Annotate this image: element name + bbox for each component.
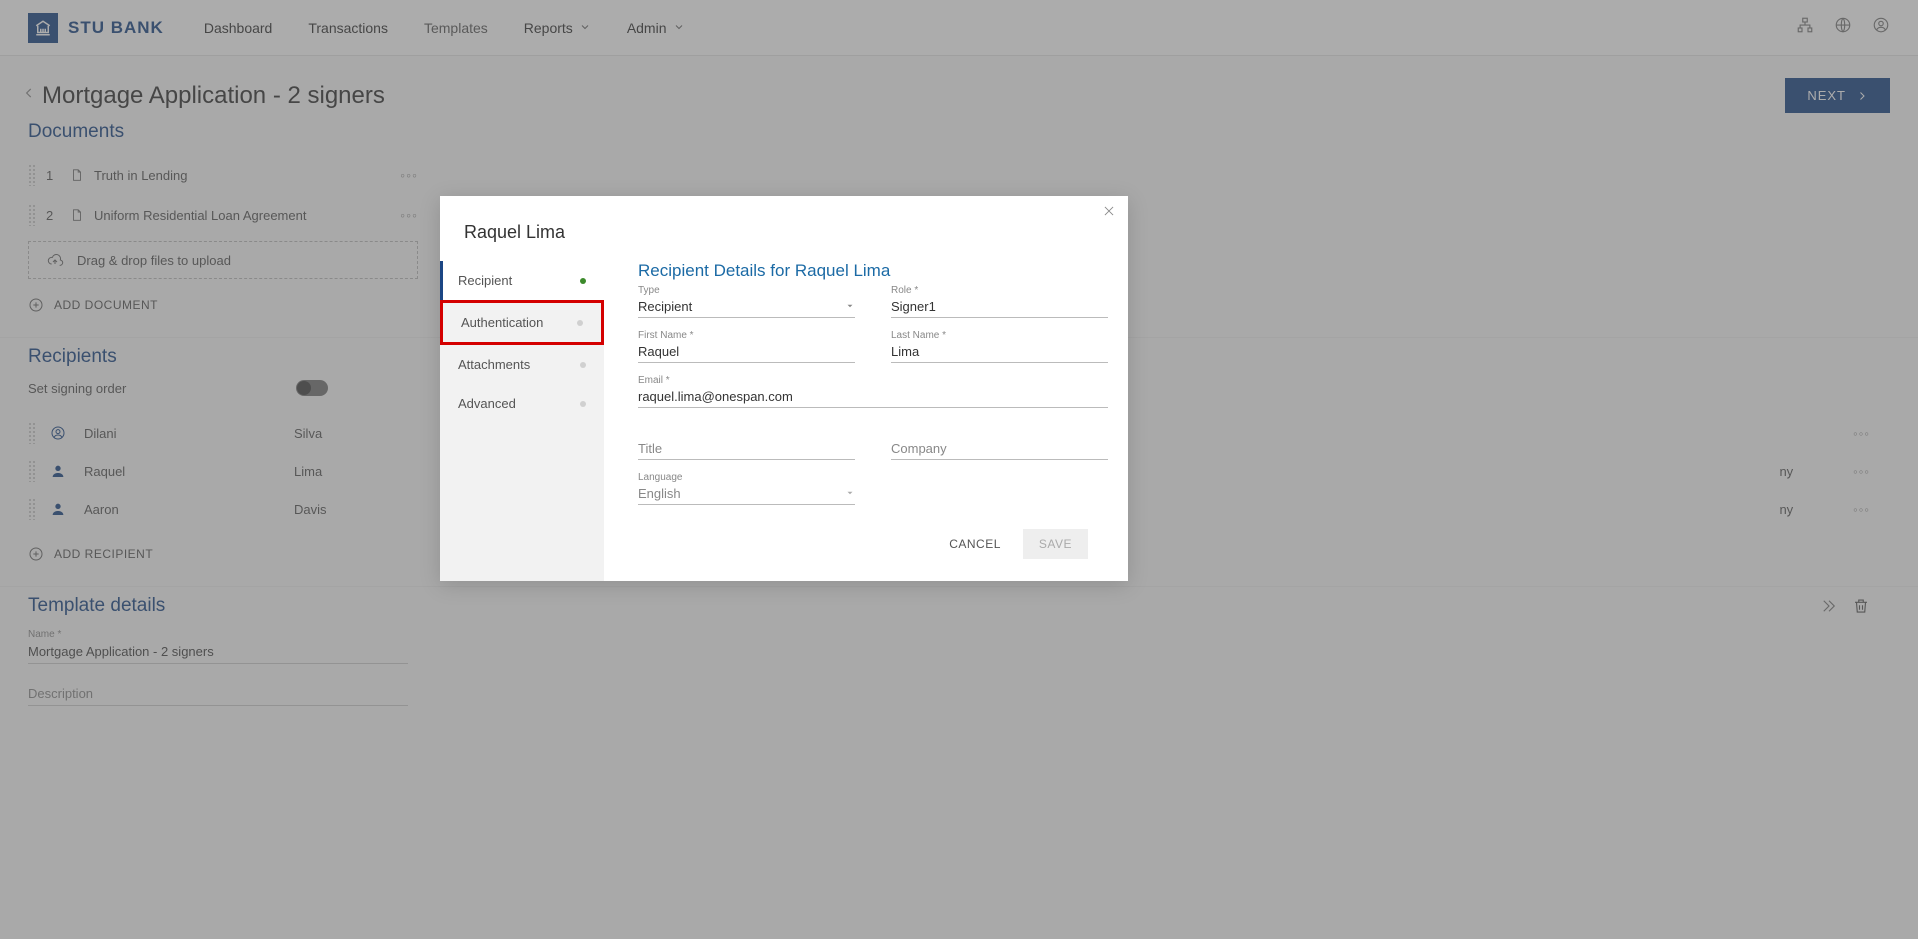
field-label: Language — [638, 472, 855, 483]
status-dot-icon — [580, 401, 586, 407]
title-input[interactable]: Title — [638, 438, 855, 460]
cancel-button[interactable]: CANCEL — [949, 537, 1001, 551]
placeholder-text: Title — [638, 441, 662, 456]
modal-side-tabs: Recipient Authentication Attachments Adv… — [440, 261, 604, 581]
tab-attachments[interactable]: Attachments — [440, 345, 604, 384]
caret-down-icon — [845, 486, 855, 501]
tab-label: Recipient — [458, 273, 512, 288]
language-select[interactable]: English — [638, 483, 855, 505]
field-value: Raquel — [638, 344, 679, 359]
field-value: Recipient — [638, 299, 692, 314]
field-value: Signer1 — [891, 299, 936, 314]
recipient-modal: Raquel Lima Recipient Authentication Att… — [440, 196, 1128, 581]
close-icon[interactable] — [1102, 204, 1116, 223]
tab-recipient[interactable]: Recipient — [440, 261, 604, 300]
field-label: Role * — [891, 285, 1108, 296]
tab-authentication[interactable]: Authentication — [440, 300, 604, 345]
tab-label: Authentication — [461, 315, 543, 330]
tab-label: Attachments — [458, 357, 530, 372]
tab-advanced[interactable]: Advanced — [440, 384, 604, 423]
field-label: Last Name * — [891, 330, 1108, 341]
field-value: English — [638, 486, 681, 501]
field-value: Lima — [891, 344, 919, 359]
email-input[interactable]: raquel.lima@onespan.com — [638, 386, 1108, 408]
save-button[interactable]: SAVE — [1023, 529, 1088, 559]
caret-down-icon — [845, 299, 855, 314]
company-input[interactable]: Company — [891, 438, 1108, 460]
role-input[interactable]: Signer1 — [891, 296, 1108, 318]
form-heading: Recipient Details for Raquel Lima — [638, 261, 1108, 281]
field-label: Type — [638, 285, 855, 296]
status-dot-icon — [577, 320, 583, 326]
type-select[interactable]: Recipient — [638, 296, 855, 318]
field-label: Email * — [638, 375, 1108, 386]
modal-title: Raquel Lima — [440, 196, 1128, 261]
placeholder-text: Company — [891, 441, 947, 456]
field-value: raquel.lima@onespan.com — [638, 389, 793, 404]
first-name-input[interactable]: Raquel — [638, 341, 855, 363]
status-dot-icon — [580, 278, 586, 284]
last-name-input[interactable]: Lima — [891, 341, 1108, 363]
field-label: First Name * — [638, 330, 855, 341]
tab-label: Advanced — [458, 396, 516, 411]
status-dot-icon — [580, 362, 586, 368]
